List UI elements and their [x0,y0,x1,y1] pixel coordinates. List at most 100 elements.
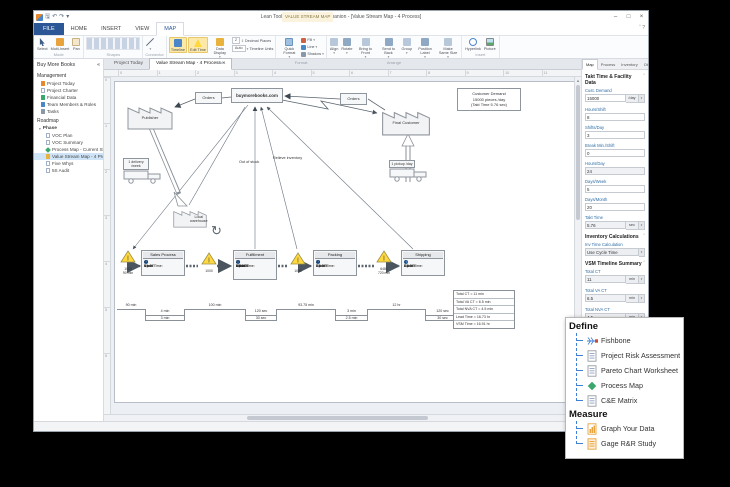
vsm-page[interactable]: Publisher Final Customer Local warehouse [114,81,574,403]
customer-demand-note[interactable]: Customer Demand 15000 pieces /day (Takt … [457,88,521,111]
tool-item-gage-rr[interactable]: Gage R&R Study [577,436,680,451]
process-sales[interactable]: Sales Process 42 Cycle Time:4 min VA CT:… [141,250,185,276]
inventory-triangle[interactable]: I 1000 [200,252,218,274]
group-button[interactable]: Group▾ [401,37,414,55]
nav-item-project-today[interactable]: Project Today [34,80,103,87]
process-map-icon [586,380,598,392]
tab-file[interactable]: FILE [34,23,64,35]
nav-item-five-whys[interactable]: Five Whys [34,160,103,167]
hours-shift-input[interactable]: 8 [585,113,645,121]
timeline-summary-table[interactable]: Total CT = 11 min Total VA CT = 6.5 min … [453,290,515,329]
align-button[interactable]: Align▾ [329,37,339,55]
inventory-triangle[interactable]: I 100090 min [119,250,137,276]
quick-format-button[interactable]: Quick Format▾ [278,37,300,60]
nav-item-tasks[interactable]: Tasks [34,108,103,115]
inventory-triangle[interactable]: I 1000 [289,252,307,274]
cycle-arrow-icon[interactable]: ↻ [211,224,222,237]
horizontal-scrollbar[interactable] [104,414,581,421]
delivery-truck[interactable]: 1 delivery /week [123,158,165,189]
fill-button[interactable]: Fill▾ [301,37,324,43]
tab-home[interactable]: HOME [64,23,95,35]
select-button[interactable]: Select [36,37,49,51]
field-break-min: Break Min./Shift0 [585,143,645,157]
orders-box-right[interactable]: Orders [340,93,367,105]
nav-item-team-members[interactable]: Team Members & Roles [34,101,103,108]
canvas-viewport[interactable]: Publisher Final Customer Local warehouse [111,77,574,414]
multi-insert-button[interactable]: Multi-Insert [50,37,71,51]
tool-item-graph-data[interactable]: Graph Your Data [577,421,680,436]
tool-item-pareto[interactable]: Pareto Chart Worksheet [577,363,680,378]
nav-item-project-charter[interactable]: Project Charter [34,87,103,94]
tab-insert[interactable]: INSERT [94,23,128,35]
publisher-factory[interactable]: Publisher [127,98,173,135]
close-button[interactable]: × [635,12,648,23]
make-same-size-button[interactable]: Make Same Size▾ [437,37,459,60]
days-week-input[interactable]: 5 [585,185,645,193]
break-min-input[interactable]: 0 [585,149,645,157]
shifts-day-input[interactable]: 3 [585,131,645,139]
unit-dropdown-icon[interactable]: ▾ [639,221,645,230]
tab-process[interactable]: Process [598,60,618,69]
warehouse-factory[interactable]: Local warehouse [173,204,207,233]
ribbon-collapse-help[interactable]: ˆ ? [639,25,645,31]
tab-view[interactable]: VIEW [128,23,156,35]
process-shipping[interactable]: Shipping 1 Cycle Time:2 min VA CT:0.5 mi… [401,250,445,276]
unit-dropdown-icon[interactable]: ▾ [639,294,645,303]
cust-demand-input[interactable]: 15000 [585,94,626,102]
unit-dropdown-icon[interactable]: ▾ [639,275,645,284]
nav-item-process-map-current[interactable]: Process Map - Current State [34,146,103,153]
minimize-button[interactable]: – [609,12,622,23]
shape-gallery[interactable] [86,37,140,50]
collapse-icon[interactable]: ˆ [643,74,645,86]
orders-box-left[interactable]: Orders [195,92,222,104]
doc-tab-project-today[interactable]: Project Today [108,59,149,69]
process-packing[interactable]: Packing 32 Cycle Time:3 min VA CT:2.5 mi… [313,250,357,276]
nav-item-financial-data[interactable]: Financial Data [34,94,103,101]
timeline-button[interactable]: Timeline [169,37,187,53]
tool-item-project-risk[interactable]: Project Risk Assessment [577,348,680,363]
connector-button[interactable]: ▾ [145,37,155,51]
collapse-icon[interactable]: ˆ [643,261,645,267]
pan-button[interactable]: Pan [71,37,81,51]
unit-dropdown-icon[interactable]: ▾ [639,94,645,103]
bring-to-front-button[interactable]: Bring to Front▾ [355,37,377,60]
tab-other[interactable]: Other [641,60,648,69]
hyperlink-button[interactable]: Hyperlink [464,37,482,51]
line-button[interactable]: Line▾ [301,44,324,50]
send-to-back-button[interactable]: Send to Back▾ [378,37,400,60]
shadow-button[interactable]: Shadow▾ [301,51,324,57]
timeline-units-control[interactable]: Auto▾Timeline Units [232,45,274,52]
days-month-input[interactable]: 20 [585,203,645,211]
process-fulfillment[interactable]: Fulfillment 20 Cycle Time:2 min VA CT:0.… [233,250,277,280]
position-label-button[interactable]: Position Label▾ [414,37,436,60]
tool-item-fishbone[interactable]: Fishbone [577,333,680,348]
edit-time-button[interactable]: Edit Time [188,37,208,53]
picture-button[interactable]: Picture [483,37,497,51]
inv-time-calc-select[interactable]: Use Cycle Time [585,248,639,256]
roadmap-phase[interactable]: ▾Phase [34,125,103,132]
pickup-truck[interactable]: 1 pickup /day [389,160,431,187]
nav-item-5s-audit[interactable]: 5S Audit [34,167,103,174]
site-box[interactable]: buymorebooks.com [231,88,283,103]
panel-collapse-icon[interactable]: « [97,62,100,68]
decimal-places-control[interactable]: 2⇕Decimal Places [232,37,274,44]
tab-map[interactable]: Map [582,59,598,70]
tool-item-ce-matrix[interactable]: C&E Matrix [577,393,680,408]
vsm-timeline[interactable]: 90 min 4 min3 min 100 min 120 sec30 sec … [117,300,462,321]
data-display-button[interactable]: Data Display▾ [209,37,231,60]
unit-dropdown-icon[interactable]: ▾ [639,248,645,257]
nav-item-voc-plan[interactable]: VOC Plan [34,132,103,139]
line-icon [301,45,306,50]
tool-item-process-map[interactable]: Process Map [577,378,680,393]
nav-item-voc-summary[interactable]: VOC Summary [34,139,103,146]
tab-inventory[interactable]: Inventory [618,60,640,69]
final-customer-factory[interactable]: Final Customer [381,102,431,141]
truck-icon [123,170,163,184]
restore-button[interactable]: □ [622,12,635,23]
tab-map[interactable]: MAP [156,22,184,36]
inventory-triangle[interactable]: I 6480720 min [375,250,393,276]
rotate-button[interactable]: Rotate▾ [340,37,353,55]
tree-branch-icon [577,443,583,444]
nav-item-value-stream-map[interactable]: Value Stream Map - 4 Process [34,153,103,160]
collapse-icon[interactable]: ˆ [643,234,645,240]
